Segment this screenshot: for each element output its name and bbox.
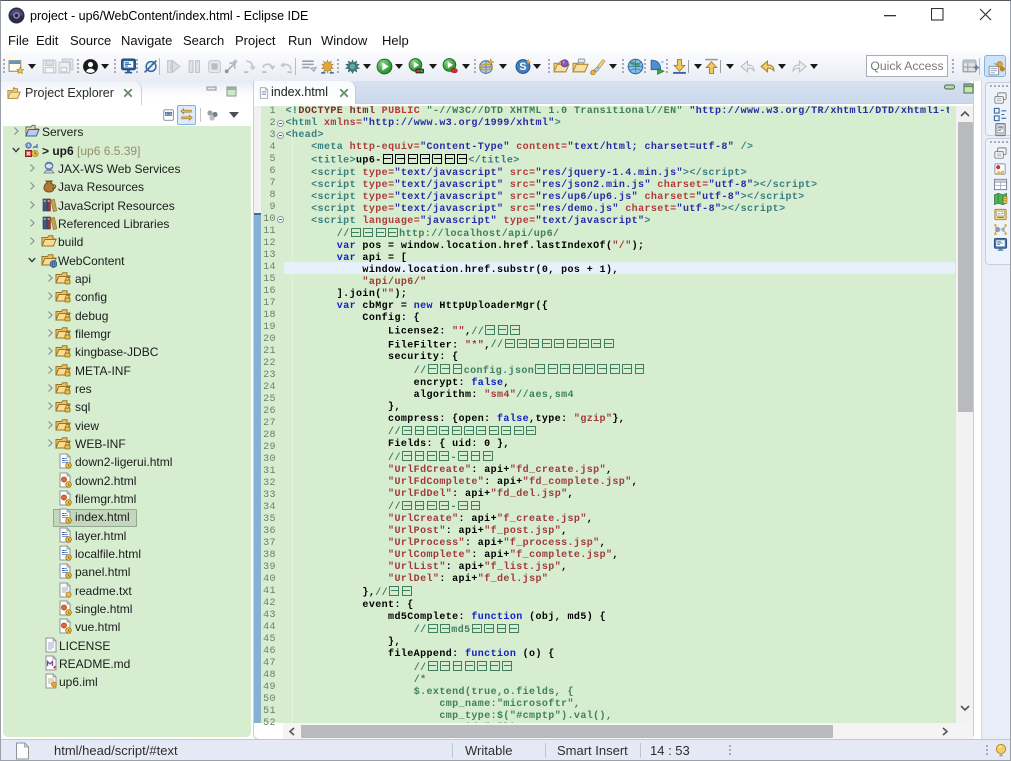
svg-text:S: S bbox=[519, 61, 526, 73]
